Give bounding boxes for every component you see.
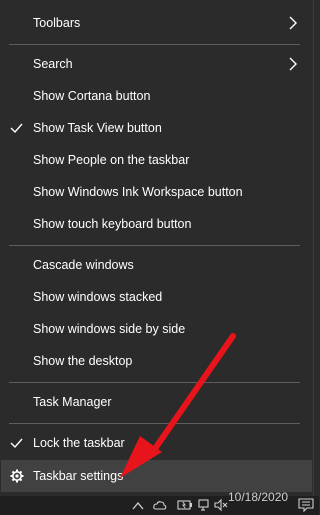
menu-item-label: Toolbars <box>33 16 81 30</box>
action-center-icon[interactable] <box>298 498 314 512</box>
chevron-up-icon[interactable] <box>132 501 144 511</box>
menu-separator <box>9 423 300 424</box>
menu-item-show-desktop[interactable]: Show the desktop <box>1 345 312 377</box>
menu-item-label: Show Cortana button <box>33 89 151 103</box>
menu-item-show-ink-workspace[interactable]: Show Windows Ink Workspace button <box>1 176 312 208</box>
menu-separator <box>9 245 300 246</box>
menu-item-lock-taskbar[interactable]: Lock the taskbar <box>1 427 312 459</box>
menu-item-toolbars[interactable]: Toolbars <box>1 7 312 39</box>
menu-separator <box>9 44 300 45</box>
checkmark-icon <box>10 438 23 449</box>
chevron-right-icon <box>289 57 297 71</box>
checkmark-icon <box>10 123 23 134</box>
menu-item-cascade-windows[interactable]: Cascade windows <box>1 249 312 281</box>
gear-icon <box>10 469 24 483</box>
menu-item-show-task-view[interactable]: Show Task View button <box>1 112 312 144</box>
menu-item-windows-side-by-side[interactable]: Show windows side by side <box>1 313 312 345</box>
taskbar: 10/18/2020 <box>0 490 319 515</box>
cloud-icon[interactable] <box>153 498 167 512</box>
menu-item-label: Cascade windows <box>33 258 134 272</box>
menu-item-label: Show People on the taskbar <box>33 153 190 167</box>
menu-separator <box>9 382 300 383</box>
menu-item-label: Taskbar settings <box>33 469 124 483</box>
menu-item-label: Show the desktop <box>33 354 133 368</box>
battery-plug-icon[interactable] <box>177 498 195 512</box>
menu-item-taskbar-settings[interactable]: Taskbar settings <box>1 460 312 492</box>
menu-item-show-cortana[interactable]: Show Cortana button <box>1 80 312 112</box>
menu-item-show-touch-keyboard[interactable]: Show touch keyboard button <box>1 208 312 240</box>
menu-item-label: Show windows stacked <box>33 290 163 304</box>
network-icon[interactable] <box>198 498 212 512</box>
menu-item-label: Search <box>33 57 73 71</box>
menu-item-search[interactable]: Search <box>1 48 312 80</box>
menu-item-show-people[interactable]: Show People on the taskbar <box>1 144 312 176</box>
menu-item-label: Show windows side by side <box>33 322 186 336</box>
menu-item-label: Show touch keyboard button <box>33 217 192 231</box>
taskbar-context-menu: Toolbars Search Show Cortana button Show… <box>0 0 314 496</box>
volume-muted-icon[interactable] <box>214 498 228 512</box>
menu-item-task-manager[interactable]: Task Manager <box>1 386 312 418</box>
taskbar-clock-date[interactable]: 10/18/2020 <box>228 490 288 504</box>
menu-item-label: Task Manager <box>33 395 112 409</box>
menu-item-label: Lock the taskbar <box>33 436 125 450</box>
chevron-right-icon <box>289 16 297 30</box>
menu-item-label: Show Task View button <box>33 121 162 135</box>
menu-item-label: Show Windows Ink Workspace button <box>33 185 243 199</box>
menu-item-windows-stacked[interactable]: Show windows stacked <box>1 281 312 313</box>
